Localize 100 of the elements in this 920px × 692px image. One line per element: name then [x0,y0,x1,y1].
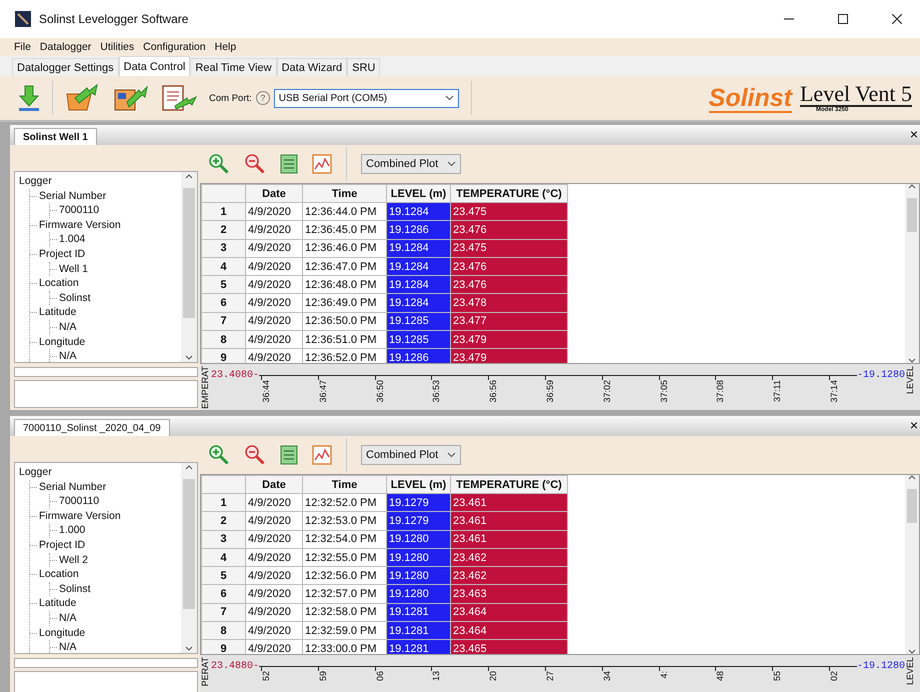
tree-item[interactable]: Logger [19,174,181,189]
column-header[interactable]: LEVEL (m) [386,476,450,494]
scroll-thumb[interactable] [907,198,917,232]
scrollbar[interactable] [905,184,919,363]
document-tab[interactable]: Solinst Well 1 [14,128,97,145]
document-tab[interactable]: 7000110_Solinst _2020_04_09 [14,419,170,436]
table-cell: 23.463 [450,584,568,604]
column-header[interactable]: Date [246,476,302,494]
scroll-down-icon[interactable] [908,649,916,654]
menu-item[interactable]: File [14,41,31,53]
tree-item[interactable]: 7000110 [59,203,100,218]
table-cell: 19.1279 [386,494,450,512]
scroll-down-icon[interactable] [908,358,916,363]
scroll-thumb[interactable] [907,489,917,523]
table-cell: 4/9/2020 [246,584,302,604]
tree-item[interactable]: Longitude [39,334,86,350]
zoom-in-icon[interactable] [208,153,230,175]
table-cell: 19.1279 [386,512,450,530]
tab[interactable]: SRU [347,58,380,76]
table-cell: 19.1281 [386,603,450,622]
tick-label: 37:11 [772,380,784,402]
column-header[interactable]: LEVEL (m) [386,184,450,202]
table-cell: 12:32:55.0 PM [302,548,386,567]
table-cell: 4/9/2020 [246,330,302,349]
table-cell: 19.1280 [386,584,450,604]
report-arrow-icon[interactable] [161,84,197,112]
tab[interactable]: Data Wizard [276,58,348,76]
tick-label: 36:59 [545,380,556,403]
menu-item[interactable]: Configuration [143,41,206,53]
tree-item[interactable]: Serial Number [39,188,106,204]
column-header[interactable]: Time [302,184,386,202]
zoom-out-icon[interactable] [244,153,266,175]
table-cell: 12:36:51.0 PM [302,330,386,349]
column-header[interactable]: Date [246,184,302,202]
table-cell: 12:32:53.0 PM [302,512,386,530]
tree-item[interactable]: N/A [59,320,77,335]
table-cell: 23.464 [450,603,568,622]
scroll-up-icon[interactable] [908,184,916,189]
table-cell: 4/9/2020 [246,257,302,276]
brand-logo: Solinst [708,86,792,113]
table-cell: 12:36:48.0 PM [302,276,386,294]
line-chart-icon[interactable] [312,154,332,174]
scroll-thumb[interactable] [183,479,195,609]
tree-item[interactable]: Serial Number [39,480,106,494]
help-icon[interactable]: ? [256,91,270,105]
tree-item[interactable]: Logger [19,465,181,480]
menu-item[interactable]: Help [214,41,236,53]
axis-title: LEVEL [905,366,916,394]
scrollbar[interactable] [181,172,197,362]
scrollbar[interactable] [181,463,197,653]
tree-item[interactable]: N/A [59,610,77,626]
menu-item[interactable]: Utilities [100,41,134,53]
close-button[interactable]: × [908,418,920,432]
zoom-in-icon[interactable] [208,444,230,466]
row-number: 1 [202,202,246,221]
scroll-up-icon[interactable] [908,475,916,480]
tree-item[interactable]: Location [39,276,91,291]
column-header[interactable]: TEMPERATURE (°C) [450,184,568,202]
plot-mode-select[interactable]: Combined Plot [361,154,461,174]
tree-item[interactable]: Longitude [39,626,86,640]
scroll-thumb[interactable] [183,188,195,318]
scroll-down-icon[interactable] [185,355,193,360]
column-header[interactable]: Time [302,476,386,494]
line-chart-icon[interactable] [312,445,332,465]
tree-item[interactable]: 7000110 [59,494,100,509]
scroll-up-icon[interactable] [185,174,193,179]
tree-item[interactable]: Location [39,567,91,582]
tree-item[interactable]: Firmware Version [39,218,121,232]
tree-item[interactable]: Project ID [39,538,88,553]
close-button[interactable]: × [908,127,920,141]
tree-item[interactable]: Well 2 [59,552,88,568]
plot-mode-select[interactable]: Combined Plot [361,445,461,465]
tab[interactable]: Real Time View [190,58,277,76]
axis-title: EMPERAT [200,366,211,409]
export-arrow-icon[interactable] [113,84,149,112]
table-cell: 12:32:54.0 PM [302,530,386,548]
row-number: 9 [202,348,246,363]
zoom-out-icon[interactable] [244,444,266,466]
tab[interactable]: Data Control [118,56,190,76]
download-icon[interactable] [18,84,40,112]
scroll-up-icon[interactable] [185,465,193,470]
tree-item[interactable]: Latitude [39,596,77,611]
scrollbar[interactable] [905,475,919,654]
row-number: 7 [202,603,246,622]
com-port-select[interactable]: USB Serial Port (COM5) [274,88,459,108]
tree-item[interactable]: Latitude [39,305,77,320]
tab[interactable]: Datalogger Settings [12,58,119,76]
column-header[interactable]: TEMPERATURE (°C) [450,476,568,494]
tree-item[interactable]: 1.000 [59,523,86,538]
menu-item[interactable]: Datalogger [40,41,92,53]
tree-item[interactable]: N/A [59,349,77,362]
tree-item[interactable]: Well 1 [59,262,88,276]
scroll-down-icon[interactable] [185,646,193,651]
tree-item[interactable]: Firmware Version [39,508,121,524]
tree-item[interactable]: 1.004 [59,232,86,247]
tree-item[interactable]: Solinst [59,290,91,306]
tree-item[interactable]: N/A [59,640,77,653]
table-cell: 4/9/2020 [246,603,302,622]
tree-item[interactable]: Project ID [39,246,88,262]
tree-item[interactable]: Solinst [59,582,91,596]
